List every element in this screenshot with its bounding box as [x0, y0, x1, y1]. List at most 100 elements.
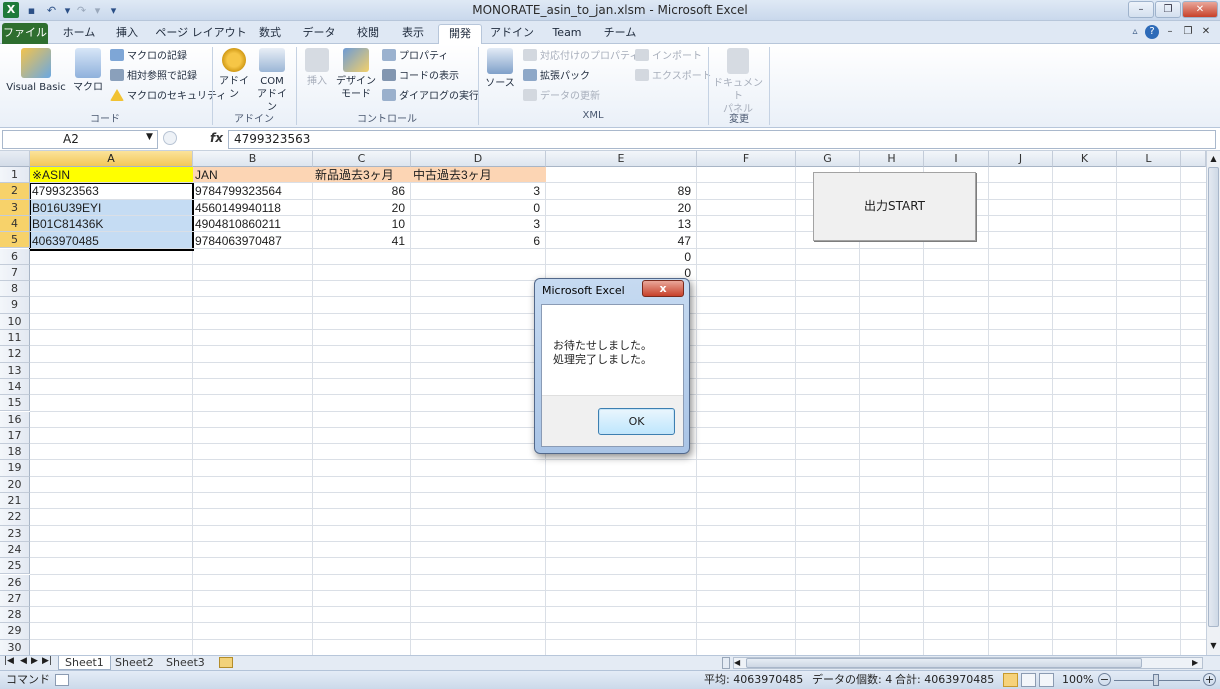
normal-view-icon[interactable]	[1003, 673, 1018, 687]
row-header[interactable]: 11	[0, 330, 30, 347]
close-window-icon[interactable]: ✕	[1182, 1, 1218, 18]
com-addins-button[interactable]: COM アドイン	[254, 48, 290, 114]
row-header[interactable]: 16	[0, 411, 30, 428]
properties-button[interactable]: プロパティ	[382, 49, 448, 65]
name-box-dropdown-icon[interactable]: ▼	[146, 132, 153, 142]
row-header[interactable]: 1	[0, 167, 30, 184]
cell-d3[interactable]: 0	[411, 200, 542, 216]
row-header[interactable]: 14	[0, 378, 30, 396]
cell-d2[interactable]: 3	[411, 183, 542, 199]
column-header-b[interactable]: B	[193, 151, 313, 167]
row-header[interactable]: 29	[0, 623, 30, 640]
cell-e3[interactable]: 20	[546, 200, 693, 216]
cell-b2[interactable]: 9784799323564	[193, 183, 313, 199]
row-header[interactable]: 24	[0, 541, 30, 559]
ok-button[interactable]: OK	[598, 408, 675, 435]
row-header[interactable]: 27	[0, 590, 30, 608]
scroll-down-icon[interactable]: ▼	[1208, 639, 1219, 652]
tab-team[interactable]: Team	[545, 24, 589, 44]
cell-a2[interactable]: 4799323563	[30, 183, 193, 199]
macro-security-button[interactable]: マクロのセキュリティ	[110, 89, 226, 105]
column-header-a[interactable]: A	[30, 151, 193, 167]
dialog-close-button[interactable]: x	[642, 280, 684, 297]
row-header[interactable]: 7	[0, 264, 30, 282]
row-header[interactable]: 4	[0, 215, 30, 233]
cell-d4[interactable]: 3	[411, 216, 542, 232]
column-header-f[interactable]: F	[697, 151, 796, 167]
view-code-button[interactable]: コードの表示	[382, 69, 459, 85]
tab-team-jp[interactable]: チーム	[598, 24, 642, 44]
row-header[interactable]: 30	[0, 639, 30, 655]
record-macro-button[interactable]: マクロの記録	[110, 49, 187, 65]
row-header[interactable]: 28	[0, 607, 30, 624]
cell-e4[interactable]: 13	[546, 216, 693, 232]
tab-review[interactable]: 校閲	[348, 24, 388, 44]
horizontal-scroll-thumb[interactable]	[746, 658, 1142, 668]
horizontal-scrollbar[interactable]: ◀ ▶	[733, 657, 1203, 669]
cell-c5[interactable]: 41	[313, 233, 407, 249]
column-header-m[interactable]	[1181, 151, 1206, 167]
sheet-tab-sheet3[interactable]: Sheet3	[160, 656, 211, 670]
scroll-right-icon[interactable]: ▶	[1192, 658, 1198, 668]
sheet-tab-sheet1[interactable]: Sheet1	[58, 656, 111, 670]
row-header[interactable]: 9	[0, 297, 30, 314]
column-header-l[interactable]: L	[1117, 151, 1181, 167]
select-all-corner[interactable]	[0, 151, 30, 167]
insert-function-icon[interactable]: fx	[210, 131, 223, 145]
help-icon[interactable]: ?	[1145, 25, 1159, 39]
row-header[interactable]: 25	[0, 558, 30, 575]
row-header[interactable]: 12	[0, 346, 30, 363]
cell-a5[interactable]: 4063970485	[30, 233, 193, 249]
zoom-out-icon[interactable]: −	[1098, 673, 1111, 686]
insert-sheet-icon[interactable]	[219, 657, 233, 668]
row-header[interactable]: 5	[0, 232, 30, 249]
row-header[interactable]: 3	[0, 199, 30, 216]
scroll-left-icon[interactable]: ◀	[734, 658, 740, 668]
macro-record-icon[interactable]	[55, 674, 69, 686]
next-sheet-icon[interactable]: ▶	[31, 656, 38, 666]
cell-b3[interactable]: 4560149940118	[193, 200, 313, 216]
scroll-up-icon[interactable]: ▲	[1208, 152, 1219, 165]
first-sheet-icon[interactable]: |◀	[4, 656, 14, 666]
cell-c1[interactable]: 新品過去3ヶ月	[313, 167, 411, 183]
tab-insert[interactable]: 挿入	[106, 24, 148, 44]
tab-file[interactable]: ファイル	[2, 23, 48, 44]
row-header[interactable]: 19	[0, 460, 30, 477]
workbook-restore-icon[interactable]: ❐	[1181, 25, 1195, 39]
maximize-icon[interactable]: ❐	[1155, 1, 1181, 18]
expansion-packs-button[interactable]: 拡張パック	[523, 69, 590, 85]
row-header[interactable]: 17	[0, 427, 30, 445]
addins-button[interactable]: アドイン	[216, 48, 252, 101]
page-layout-view-icon[interactable]	[1021, 673, 1036, 687]
row-header[interactable]: 6	[0, 248, 30, 265]
cell-c3[interactable]: 20	[313, 200, 407, 216]
tab-addins[interactable]: アドイン	[488, 24, 536, 44]
row-header[interactable]: 23	[0, 525, 30, 542]
row-header[interactable]: 21	[0, 493, 30, 510]
tab-formulas[interactable]: 数式	[252, 24, 288, 44]
row-header[interactable]: 8	[0, 281, 30, 298]
tab-split-handle[interactable]	[722, 657, 730, 669]
cell-b5[interactable]: 9784063970487	[193, 233, 313, 249]
cell-b4[interactable]: 4904810860211	[193, 216, 313, 232]
cell-e6[interactable]: 0	[546, 249, 693, 265]
sheet-tab-sheet2[interactable]: Sheet2	[109, 656, 160, 670]
formula-bar-collapse-icon[interactable]	[163, 131, 177, 145]
cell-a1[interactable]: ※ASIN	[30, 167, 193, 183]
tab-page-layout[interactable]: ページ レイアウト	[153, 24, 249, 44]
vertical-scrollbar[interactable]: ▲ ▼	[1206, 151, 1220, 655]
design-mode-button[interactable]: デザイン モード	[336, 48, 376, 101]
zoom-level[interactable]: 100%	[1062, 671, 1093, 689]
xml-source-button[interactable]: ソース	[483, 48, 517, 90]
cell-d5[interactable]: 6	[411, 233, 542, 249]
tab-home[interactable]: ホーム	[56, 24, 102, 44]
tab-view[interactable]: 表示	[393, 24, 433, 44]
cell-e2[interactable]: 89	[546, 183, 693, 199]
output-start-button[interactable]: 出力START	[813, 172, 976, 241]
row-header[interactable]: 20	[0, 476, 30, 493]
visual-basic-button[interactable]: Visual Basic	[4, 48, 68, 94]
minimize-icon[interactable]: –	[1128, 1, 1154, 18]
workbook-close-icon[interactable]: ✕	[1199, 25, 1213, 39]
column-header-g[interactable]: G	[796, 151, 860, 167]
cell-e5[interactable]: 47	[546, 233, 693, 249]
